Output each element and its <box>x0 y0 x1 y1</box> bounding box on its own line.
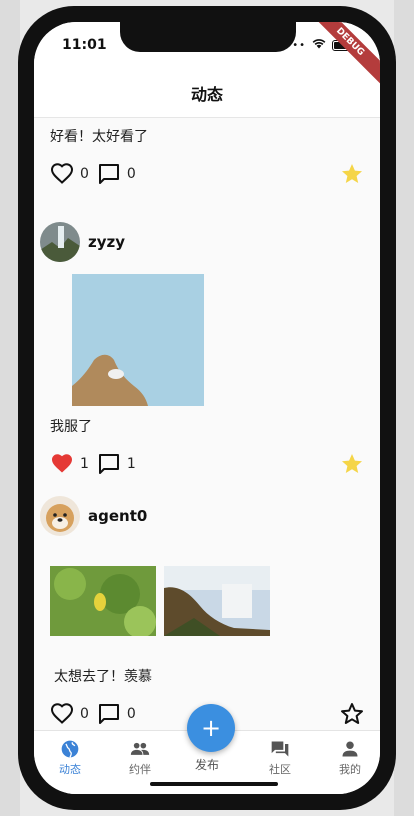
avatar[interactable] <box>40 496 80 536</box>
post-actions: 0 0 <box>50 162 364 186</box>
comment-icon[interactable] <box>97 702 121 726</box>
username[interactable]: zyzy <box>88 233 125 251</box>
notch <box>120 22 296 52</box>
nav-item-profile[interactable]: 我的 <box>320 739 380 777</box>
nav-item-community[interactable]: 社区 <box>250 739 310 777</box>
nav-label: 约伴 <box>129 763 151 776</box>
nav-label: 动态 <box>59 763 81 776</box>
publish-button[interactable]: + <box>187 704 235 752</box>
like-count: 1 <box>80 456 89 472</box>
heart-outline-icon[interactable] <box>50 702 74 726</box>
phone-frame: 11:01 •••• DEBUG 动态 好看！太好看了 0 0 zyzy 我服了… <box>18 6 396 810</box>
post-author[interactable]: zyzy <box>40 222 125 262</box>
nav-label: 我的 <box>339 763 361 776</box>
background-right <box>394 0 414 816</box>
post-author[interactable]: agent0 <box>40 496 147 536</box>
screenshot: 11:01 •••• DEBUG 动态 好看！太好看了 0 0 zyzy 我服了… <box>0 0 414 816</box>
post-text: 好看！太好看了 <box>50 129 148 145</box>
star-filled-icon[interactable] <box>340 162 364 186</box>
post-photo[interactable] <box>72 274 204 406</box>
people-icon <box>130 742 150 755</box>
star-filled-icon[interactable] <box>340 452 364 476</box>
like-count: 0 <box>80 706 89 722</box>
phone-screen: 11:01 •••• DEBUG 动态 好看！太好看了 0 0 zyzy 我服了… <box>34 22 380 794</box>
wifi-icon <box>312 38 326 52</box>
post-photo[interactable] <box>50 566 156 636</box>
avatar[interactable] <box>40 222 80 262</box>
post-text: 我服了 <box>50 419 92 435</box>
star-outline-icon[interactable] <box>340 702 364 726</box>
heart-outline-icon[interactable] <box>50 162 74 186</box>
post-photo[interactable] <box>164 566 270 636</box>
plus-icon: + <box>200 714 222 742</box>
status-time: 11:01 <box>62 37 107 53</box>
person-icon <box>342 741 358 757</box>
nav-item-companions[interactable]: 约伴 <box>110 739 170 777</box>
feed-list[interactable]: 好看！太好看了 0 0 zyzy 我服了 1 1 agent0 太想去了！羡慕 … <box>34 118 380 730</box>
heart-filled-icon[interactable] <box>50 452 74 476</box>
home-indicator <box>150 782 278 786</box>
app-bar: 动态 <box>34 68 380 118</box>
post-text: 太想去了！羡慕 <box>54 669 152 685</box>
nav-item-dynamics[interactable]: 动态 <box>40 739 100 777</box>
background-left <box>0 0 20 816</box>
comment-icon[interactable] <box>97 162 121 186</box>
comment-count: 1 <box>126 456 136 472</box>
post-actions: 1 1 <box>50 452 364 476</box>
comment-count: 0 <box>126 706 136 722</box>
comment-icon[interactable] <box>97 452 121 476</box>
nav-label: 社区 <box>269 763 291 776</box>
like-count: 0 <box>80 166 89 182</box>
globe-icon <box>61 740 79 758</box>
username[interactable]: agent0 <box>88 507 147 525</box>
comment-count: 0 <box>126 166 136 182</box>
forum-icon <box>271 741 289 757</box>
page-title: 动态 <box>190 84 223 104</box>
